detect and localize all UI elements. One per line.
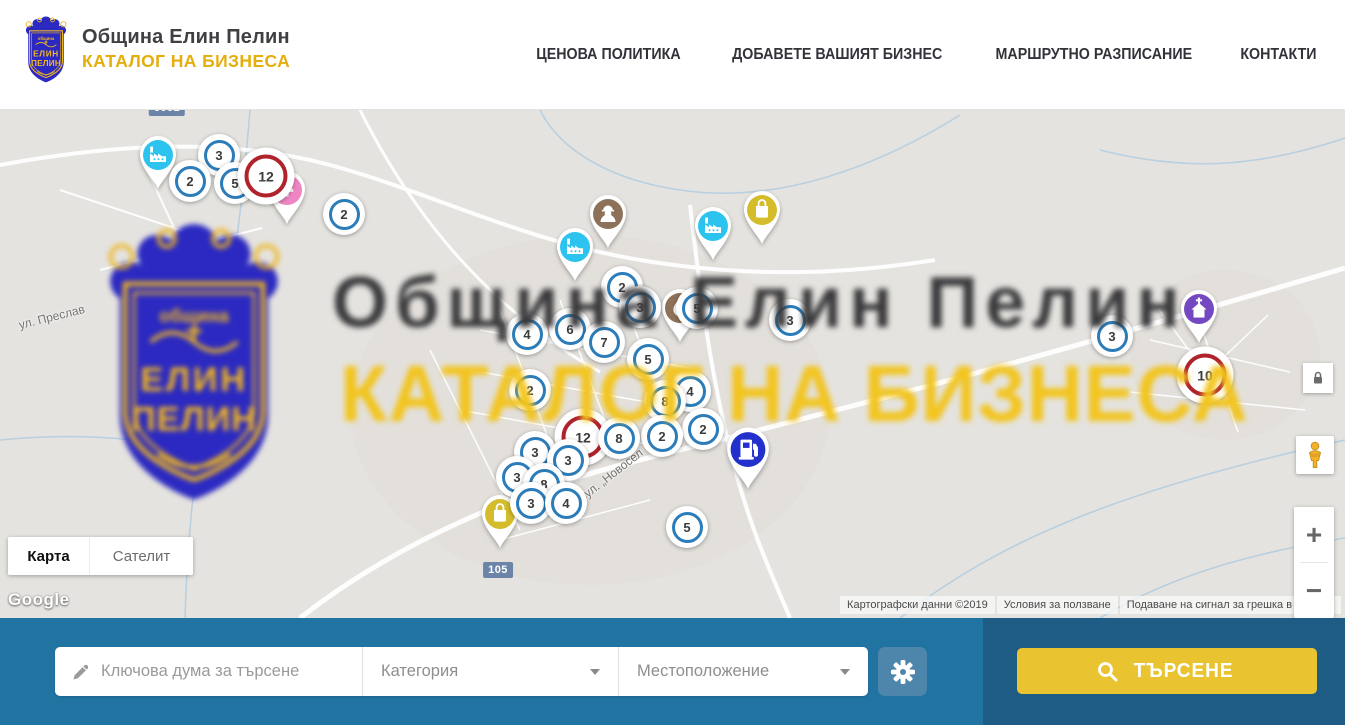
keyword-input[interactable] bbox=[55, 647, 362, 696]
map-cluster[interactable]: 10 bbox=[1177, 347, 1234, 404]
zoom-control: + − bbox=[1294, 507, 1334, 618]
nav-item[interactable]: ЦЕНОВА ПОЛИТИКА bbox=[536, 46, 680, 64]
map-type-satellite-button[interactable]: Сателит bbox=[89, 537, 193, 575]
map-cluster[interactable]: 3 bbox=[619, 286, 661, 328]
map-cluster[interactable]: 3 bbox=[1091, 315, 1133, 357]
gear-icon bbox=[889, 658, 917, 686]
search-button[interactable]: ТЪРСЕНЕ bbox=[1017, 648, 1317, 694]
map-cluster[interactable]: 2 bbox=[323, 193, 365, 235]
chevron-down-icon bbox=[590, 669, 600, 675]
road-shield: 105 bbox=[483, 562, 513, 578]
attribution-item[interactable]: Картографски данни ©2019 bbox=[840, 596, 995, 614]
location-select-value: Местоположение bbox=[619, 662, 769, 681]
search-bar: Категория Местоположение ТЪРСЕНЕ bbox=[0, 618, 1345, 725]
site-header: Община Елин Пелин КАТАЛОГ НА БИЗНЕСА ЦЕН… bbox=[0, 0, 1345, 110]
category-select[interactable]: Категория bbox=[362, 647, 618, 696]
road-shield: 6002 bbox=[149, 110, 185, 116]
map-cluster[interactable]: 8 bbox=[598, 417, 640, 459]
nav-item[interactable]: КОНТАКТИ bbox=[1240, 46, 1316, 64]
map-cluster[interactable]: 2 bbox=[169, 160, 211, 202]
map-cluster[interactable]: 12 bbox=[238, 148, 295, 205]
map-cluster[interactable]: 3 bbox=[769, 299, 811, 341]
google-logo: Google bbox=[8, 590, 70, 610]
brand[interactable]: Община Елин Пелин КАТАЛОГ НА БИЗНЕСА bbox=[20, 14, 290, 84]
street-view-pegman-button[interactable] bbox=[1296, 436, 1334, 474]
map-cluster[interactable]: 5 bbox=[666, 506, 708, 548]
map-cluster[interactable]: 2 bbox=[641, 415, 683, 457]
map-attribution: Картографски данни ©2019Условия за ползв… bbox=[840, 596, 1341, 614]
nav-item[interactable]: МАРШРУТНО РАЗПИСАНИЕ bbox=[996, 46, 1193, 64]
map-type-control: КартаСателит bbox=[8, 537, 193, 575]
search-button-label: ТЪРСЕНЕ bbox=[1134, 660, 1234, 683]
search-icon bbox=[1097, 661, 1118, 682]
zoom-in-button[interactable]: + bbox=[1294, 507, 1334, 562]
advanced-settings-button[interactable] bbox=[878, 647, 927, 696]
municipality-crest-logo bbox=[20, 14, 72, 84]
map-cluster[interactable]: 5 bbox=[676, 287, 718, 329]
chevron-down-icon bbox=[840, 669, 850, 675]
map-pin-factory[interactable] bbox=[552, 225, 598, 288]
nav-item[interactable]: ДОБАВЕТЕ ВАШИЯТ БИЗНЕС bbox=[732, 46, 942, 64]
map-cluster[interactable]: 7 bbox=[583, 321, 625, 363]
main-nav: ЦЕНОВА ПОЛИТИКА ДОБАВЕТЕ ВАШИЯТ БИЗНЕС МАР… bbox=[530, 0, 1320, 110]
keyword-section bbox=[55, 647, 362, 696]
lock-icon bbox=[1309, 369, 1327, 387]
map-pin-factory[interactable] bbox=[690, 204, 736, 267]
category-select-value: Категория bbox=[363, 662, 458, 681]
brand-subtitle: КАТАЛОГ НА БИЗНЕСА bbox=[82, 51, 290, 72]
map-pin-church[interactable] bbox=[1176, 287, 1222, 350]
map-cluster[interactable]: 2 bbox=[682, 408, 724, 450]
attribution-item[interactable]: Условия за ползване bbox=[997, 596, 1118, 614]
map-cluster[interactable]: 4 bbox=[545, 482, 587, 524]
zoom-out-button[interactable]: − bbox=[1294, 563, 1334, 618]
brand-title: Община Елин Пелин bbox=[82, 26, 290, 49]
map-cluster[interactable]: 4 bbox=[506, 313, 548, 355]
pencil-icon bbox=[72, 662, 91, 681]
location-select[interactable]: Местоположение bbox=[618, 647, 868, 696]
map-cluster[interactable]: 5 bbox=[627, 338, 669, 380]
search-form: Категория Местоположение bbox=[55, 647, 868, 696]
map-pin-fuel[interactable] bbox=[721, 424, 774, 497]
map-cluster[interactable]: 2 bbox=[509, 369, 551, 411]
lock-button[interactable] bbox=[1303, 363, 1333, 393]
pegman-icon bbox=[1305, 441, 1325, 469]
map-pin-bag[interactable] bbox=[739, 188, 785, 251]
map-type-map-button[interactable]: Карта bbox=[8, 537, 89, 575]
map-canvas[interactable]: 6002105 ул. Преславбул. „Новосел 3251222… bbox=[0, 110, 1345, 618]
